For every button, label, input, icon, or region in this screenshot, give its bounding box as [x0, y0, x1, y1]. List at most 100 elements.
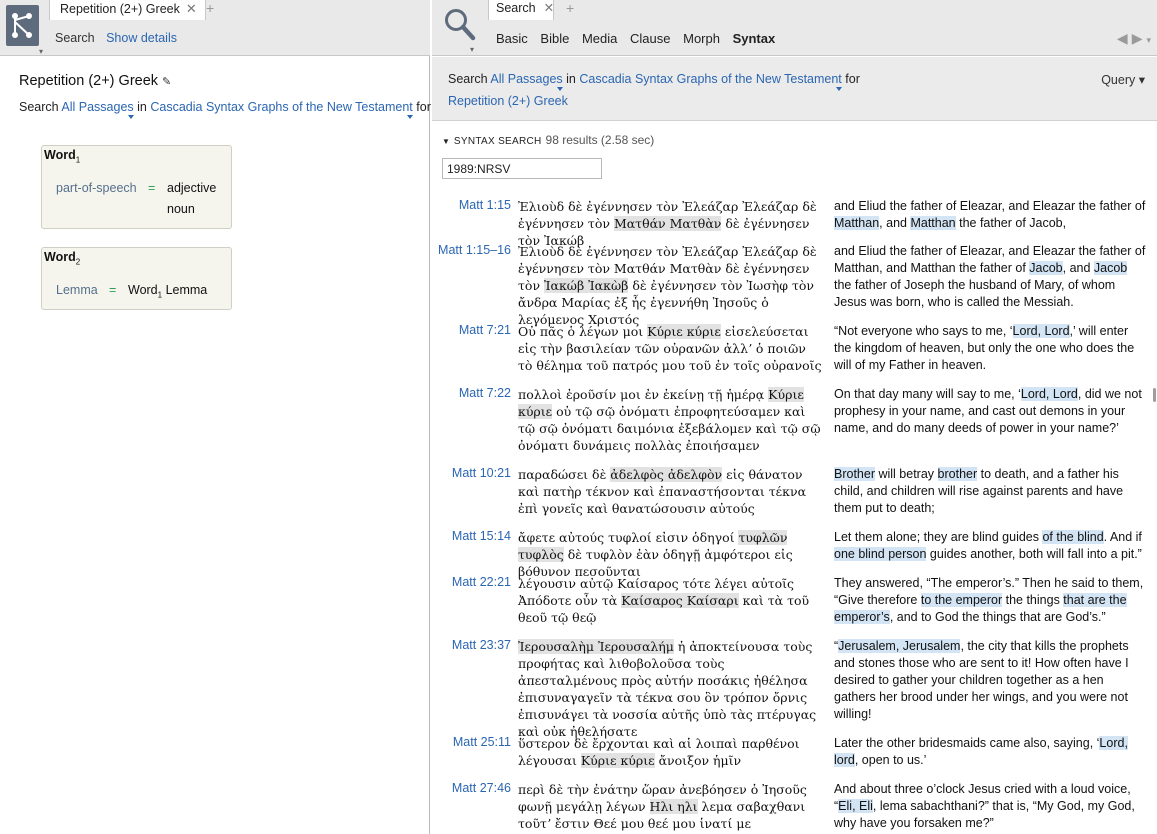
mode-basic[interactable]: Basic	[496, 31, 528, 46]
text-segment: , and	[879, 216, 911, 230]
mode-media[interactable]: Media	[582, 31, 617, 46]
highlighted-match: Lord, Lord	[1020, 387, 1078, 401]
word1-node[interactable]: Word1 part-of-speech = adjective noun	[41, 145, 232, 229]
highlighted-match: Matthan	[910, 216, 956, 230]
highlighted-match: Jacob	[1029, 261, 1063, 275]
query-editor-pane: ▾ Repetition (2+) Greek ✕ + Search Show d…	[0, 0, 431, 834]
highlighted-match: Κύριε κύριε	[647, 324, 721, 339]
close-icon[interactable]: ✕	[544, 1, 554, 15]
search-menu-button[interactable]: ▾	[444, 8, 476, 54]
query-name-link[interactable]: Repetition (2+) Greek	[448, 94, 568, 108]
tab-repetition-greek[interactable]: Repetition (2+) Greek ✕	[49, 0, 206, 20]
back-arrow-icon[interactable]: ◀	[1117, 30, 1132, 46]
close-icon[interactable]: ✕	[186, 1, 197, 16]
highlighted-match: Jacob	[1093, 261, 1128, 275]
word2-node[interactable]: Word2 Lemma = Word1 Lemma	[41, 247, 232, 310]
text-segment: Οὐ πᾶς ὁ λέγων μοι	[518, 324, 648, 339]
show-details-link[interactable]: Show details	[106, 31, 177, 45]
word1-value-2[interactable]: noun	[167, 202, 195, 216]
highlighted-match: Ἰερουσαλὴμ Ἰερουσαλήμ	[518, 639, 674, 654]
history-nav: ◀▶▾	[1117, 30, 1151, 47]
query-scope-line: Search All Passages in Cascadia Syntax G…	[19, 100, 431, 114]
greek-text: παραδώσει δὲ ἀδελφὸς ἀδελφὸν εἰς θάνατον…	[518, 466, 823, 517]
tab-search[interactable]: Search ✕	[488, 0, 554, 20]
resource-dropdown[interactable]: Cascadia Syntax Graphs of the New Testam…	[579, 72, 841, 86]
text-segment: , open to us.’	[854, 753, 927, 767]
highlighted-match: one blind person	[834, 547, 927, 561]
add-tab-button[interactable]: +	[566, 0, 574, 16]
reference-link[interactable]: Matt 7:22	[459, 386, 511, 400]
mode-bible[interactable]: Bible	[540, 31, 569, 46]
passages-dropdown[interactable]: All Passages	[490, 72, 562, 86]
english-text: They answered, “The emperor’s.” Then he …	[834, 575, 1146, 626]
resource-dropdown[interactable]: Cascadia Syntax Graphs of the New Testam…	[150, 100, 412, 114]
greek-text: Ἰερουσαλὴμ Ἰερουσαλήμ ἡ ἀποκτείνουσα τοὺ…	[518, 638, 823, 740]
search-link[interactable]: Search	[55, 31, 95, 45]
english-text: and Eliud the father of Eleazar, and Ele…	[834, 198, 1146, 232]
english-text: Later the other bridesmaids came also, s…	[834, 735, 1146, 769]
pencil-icon[interactable]: ✎	[162, 76, 171, 88]
highlighted-match: to the emperor	[920, 593, 1003, 607]
word1-key[interactable]: part-of-speech	[56, 181, 137, 195]
reference-link[interactable]: Matt 23:37	[452, 638, 511, 652]
query-title[interactable]: Repetition (2+) Greek ✎	[19, 73, 171, 89]
text-segment: παραδώσει δὲ	[518, 467, 611, 482]
highlighted-match: Jerusalem, Jerusalem	[838, 639, 961, 653]
tab-label: Search	[496, 1, 536, 15]
reference-link[interactable]: Matt 1:15	[459, 198, 511, 212]
highlighted-match: Brother	[834, 467, 875, 481]
word1-value-1[interactable]: adjective	[167, 181, 216, 195]
chevron-down-icon: ▾	[39, 47, 44, 56]
highlighted-match: brother	[937, 467, 978, 481]
reference-link[interactable]: Matt 15:14	[452, 529, 511, 543]
greek-text: Ἐλιοὺδ δὲ ἐγέννησεν τὸν Ἐλεάζαρ Ἐλεάζαρ …	[518, 243, 823, 328]
syntax-search-section-header[interactable]: ▼ SYNTAX SEARCH 98 results (2.58 sec)	[442, 133, 654, 147]
greek-text: λέγουσιν αὐτῷ Καίσαρος τότε λέγει αὐτοῖς…	[518, 575, 823, 626]
version-input[interactable]	[442, 158, 602, 179]
highlighted-match: Καίσαρος Καίσαρι	[621, 593, 739, 608]
text-segment: ἄφετε αὐτούς τυφλοί εἰσιν ὁδηγοί	[518, 530, 739, 545]
chevron-down-icon: ▾	[470, 45, 475, 54]
english-text: Let them alone; they are blind guides of…	[834, 529, 1146, 563]
reference-link[interactable]: Matt 22:21	[452, 575, 511, 589]
greek-text: ὕστερον δὲ ἔρχονται καὶ αἱ λοιπαὶ παρθέν…	[518, 735, 823, 769]
word1-title: Word1	[44, 148, 81, 165]
english-text: and Eliud the father of Eleazar, and Ele…	[834, 243, 1146, 311]
english-text: “Jerusalem, Jerusalem, the city that kil…	[834, 638, 1146, 723]
reference-link[interactable]: Matt 25:11	[453, 735, 511, 749]
text-segment: guides another, both will fall into a pi…	[926, 547, 1142, 561]
reference-link[interactable]: Matt 27:46	[452, 781, 511, 795]
mode-clause[interactable]: Clause	[630, 31, 670, 46]
search-results-pane: ▾ Search ✕ + Basic Bible Media Clause Mor…	[432, 0, 1157, 834]
word2-title: Word2	[44, 250, 81, 267]
text-segment: οὐ τῷ σῷ ὀνόματι ἐπροφητεύσαμεν καὶ τῷ σ…	[518, 404, 821, 453]
for-word: for	[845, 72, 860, 86]
syntax-search-menu-button[interactable]: ▾	[6, 5, 43, 56]
forward-arrow-icon[interactable]: ▶	[1132, 30, 1147, 46]
reference-link[interactable]: Matt 7:21	[459, 323, 511, 337]
word2-equals: =	[109, 283, 117, 297]
reference-link[interactable]: Matt 10:21	[452, 466, 511, 480]
collapse-triangle-icon[interactable]: ▼	[442, 137, 450, 146]
english-text: Brother will betray brother to death, an…	[834, 466, 1146, 517]
english-text: “Not everyone who says to me, ‘Lord, Lor…	[834, 323, 1146, 374]
word2-value[interactable]: Word1 Lemma	[128, 283, 207, 300]
query-menu[interactable]: Query ▾	[1101, 72, 1145, 87]
syntax-graph-icon	[12, 13, 32, 38]
passages-dropdown[interactable]: All Passages	[61, 100, 133, 114]
highlighted-match: Ματθάν Ματθὰν	[613, 216, 722, 231]
scrollbar-thumb[interactable]	[1153, 388, 1156, 402]
in-word: in	[137, 100, 147, 114]
text-segment: ἄνοιξον ἡμῖν	[654, 753, 742, 768]
for-word: for	[416, 100, 431, 114]
text-segment: On that day many will say to me, ‘	[834, 387, 1021, 401]
mode-syntax[interactable]: Syntax	[733, 31, 776, 46]
text-segment: Let them alone; they are blind guides	[834, 530, 1043, 544]
mode-morph[interactable]: Morph	[683, 31, 720, 46]
text-segment: and Eliud the father of Eleazar, and Ele…	[834, 199, 1146, 213]
greek-text: περὶ δὲ τὴν ἐνάτην ὥραν ἀνεβόησεν ὁ Ἰησο…	[518, 781, 823, 834]
chevron-down-icon[interactable]: ▾	[1146, 35, 1151, 45]
add-tab-button[interactable]: +	[206, 0, 214, 16]
word2-key[interactable]: Lemma	[56, 283, 98, 297]
reference-link[interactable]: Matt 1:15–16	[438, 243, 511, 257]
